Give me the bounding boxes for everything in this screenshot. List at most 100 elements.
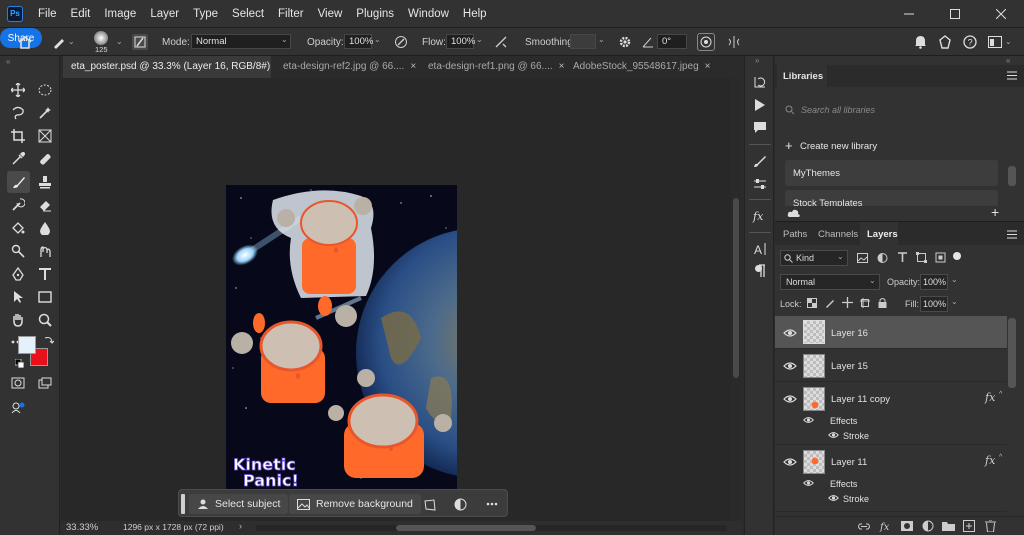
chevron-down-icon[interactable]: ⌄ — [951, 297, 958, 306]
libraries-scroll-thumb[interactable] — [1008, 166, 1016, 186]
marquee-tool-icon[interactable] — [36, 81, 54, 99]
filter-adjustment-icon[interactable] — [877, 253, 888, 263]
document-info[interactable]: 1296 px x 1728 px (72 ppi) — [123, 522, 224, 532]
close-tab-icon[interactable]: × — [559, 61, 565, 72]
layer-name[interactable]: Layer 16 — [831, 328, 868, 339]
panel-menu-icon[interactable] — [1007, 230, 1017, 239]
library-search[interactable]: Search all libraries — [781, 101, 1001, 119]
chevron-down-icon[interactable]: ⌄ — [951, 275, 958, 284]
effects-visibility-icon[interactable] — [803, 479, 814, 487]
screen-mode-icon[interactable] — [36, 374, 54, 392]
tab-layers[interactable]: Layers — [860, 222, 898, 246]
tab-eta-design-ref2[interactable]: eta-design-ref2.jpg @ 66.... × — [275, 56, 420, 78]
default-colors-icon[interactable] — [15, 359, 24, 368]
angle-input[interactable]: 0° — [657, 34, 687, 49]
help-icon[interactable]: ? — [962, 34, 978, 50]
chevron-down-icon[interactable]: ⌄ — [1005, 37, 1012, 46]
stroke-visibility-icon[interactable] — [828, 431, 839, 439]
tab-libraries[interactable]: Libraries — [777, 65, 827, 87]
more-options-icon[interactable] — [486, 502, 498, 506]
menu-view[interactable]: View — [311, 8, 350, 20]
brush-preset-icon[interactable] — [50, 34, 68, 50]
layer-opacity-input[interactable]: 100% — [920, 274, 948, 290]
workspace-icon[interactable] — [987, 34, 1003, 50]
tab-channels[interactable]: Channels — [818, 229, 858, 240]
link-layers-icon[interactable] — [857, 522, 871, 531]
opacity-input[interactable]: 100% — [344, 34, 373, 49]
horizontal-scroll-thumb[interactable] — [396, 525, 536, 531]
fx-icon[interactable]: fx — [985, 391, 995, 404]
history-brush-icon[interactable] — [9, 196, 27, 214]
tab-adobestock[interactable]: AdobeStock_95548617.jpeg × — [565, 56, 715, 78]
maximize-button[interactable] — [932, 0, 978, 28]
chevron-down-icon[interactable]: ⌄ — [598, 35, 608, 48]
layer-row-11[interactable]: Layer 11 fx ^ Effects Stroke — [775, 446, 1007, 512]
add-style-icon[interactable]: fx — [879, 520, 893, 532]
paint-bucket-icon[interactable] — [9, 219, 27, 237]
history-panel-icon[interactable] — [751, 73, 769, 91]
fx-icon[interactable]: fx — [985, 454, 995, 467]
pen-tool-icon[interactable] — [9, 265, 27, 283]
hand-tool-icon[interactable] — [9, 311, 27, 329]
document-canvas[interactable]: Kinetic Panic! — [61, 78, 741, 521]
mode-select[interactable]: Normal — [191, 34, 291, 49]
visibility-eye-icon[interactable] — [783, 328, 797, 338]
brushes-panel-icon[interactable] — [751, 152, 769, 170]
add-icon[interactable]: + — [991, 204, 999, 220]
new-group-icon[interactable] — [942, 521, 955, 531]
canvas-area[interactable]: Kinetic Panic! — [61, 78, 741, 521]
drag-handle[interactable] — [181, 494, 185, 514]
blend-mode-select[interactable]: Normal ⌄ — [780, 274, 880, 290]
menu-edit[interactable]: Edit — [64, 8, 98, 20]
healing-brush-icon[interactable] — [36, 150, 54, 168]
flow-input[interactable]: 100% — [446, 34, 475, 49]
character-panel-icon[interactable]: A — [751, 240, 769, 258]
frame-tool-icon[interactable] — [36, 127, 54, 145]
move-tool-icon[interactable] — [9, 81, 27, 99]
layers-scroll-thumb[interactable] — [1008, 318, 1016, 388]
visibility-eye-icon[interactable] — [783, 394, 797, 404]
menu-window[interactable]: Window — [401, 8, 456, 20]
layer-row-15[interactable]: Layer 15 — [775, 350, 1007, 382]
chevron-down-icon[interactable]: ⌄ — [116, 37, 123, 46]
layer-name[interactable]: Layer 11 copy — [831, 394, 890, 405]
menu-layer[interactable]: Layer — [143, 8, 186, 20]
foreground-color-swatch[interactable] — [18, 336, 36, 354]
effect-stroke-label[interactable]: Stroke — [843, 494, 869, 504]
notifications-icon[interactable] — [912, 34, 928, 50]
menu-filter[interactable]: Filter — [271, 8, 311, 20]
chevron-down-icon[interactable]: ⌄ — [476, 35, 486, 48]
brush-tip-icon[interactable] — [94, 31, 108, 45]
smoothing-input[interactable] — [570, 34, 596, 49]
layer-row-16[interactable]: Layer 16 — [775, 316, 1007, 349]
layer-name[interactable]: Layer 11 — [831, 457, 867, 468]
tab-paths[interactable]: Paths — [783, 229, 807, 240]
type-tool-icon[interactable] — [36, 265, 54, 283]
lasso-tool-icon[interactable] — [9, 104, 27, 122]
menu-file[interactable]: File — [31, 8, 64, 20]
paragraph-panel-icon[interactable] — [751, 262, 769, 280]
lock-all-icon[interactable] — [878, 297, 887, 308]
menu-plugins[interactable]: Plugins — [349, 8, 401, 20]
lock-position-icon[interactable] — [842, 297, 853, 308]
stamp-tool-icon[interactable] — [36, 173, 54, 191]
remove-background-button[interactable]: Remove background — [289, 494, 421, 514]
dodge-tool-icon[interactable] — [9, 242, 27, 260]
learn-icon[interactable] — [937, 34, 953, 50]
menu-select[interactable]: Select — [225, 8, 271, 20]
chevron-down-icon[interactable]: ⌄ — [374, 35, 384, 48]
zoom-level[interactable]: 33.33% — [66, 522, 98, 533]
filter-shape-icon[interactable] — [916, 252, 927, 263]
close-button[interactable] — [978, 0, 1024, 28]
delete-layer-icon[interactable] — [985, 520, 996, 532]
vertical-scroll-thumb[interactable] — [733, 198, 739, 378]
effect-stroke-label[interactable]: Stroke — [843, 431, 869, 441]
crop-tool-icon[interactable] — [9, 127, 27, 145]
new-adjustment-icon[interactable] — [922, 520, 934, 532]
pressure-size-icon[interactable] — [697, 33, 715, 51]
styles-panel-icon[interactable]: fx — [751, 207, 769, 225]
actions-panel-icon[interactable] — [751, 96, 769, 114]
lock-artboard-icon[interactable] — [860, 298, 870, 308]
close-tab-icon[interactable]: × — [410, 61, 416, 72]
chevron-right-icon[interactable]: › — [239, 521, 242, 531]
